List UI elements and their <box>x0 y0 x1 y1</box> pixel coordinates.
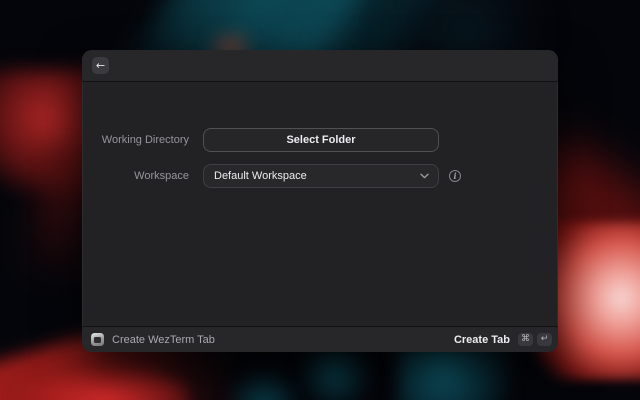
workspace-row: Workspace Default Workspace i <box>82 164 558 188</box>
wallpaper-red-core <box>20 368 190 400</box>
form-body: Working Directory Select Folder Workspac… <box>82 82 558 326</box>
wallpaper-teal-blob <box>222 368 306 400</box>
info-icon-glyph: i <box>453 171 456 181</box>
working-directory-row: Working Directory Select Folder <box>82 128 558 152</box>
select-folder-button[interactable]: Select Folder <box>203 128 439 152</box>
workspace-selected-value: Default Workspace <box>214 170 307 182</box>
command-key-icon: ⌘ <box>518 333 533 346</box>
arrow-left-icon: ← <box>96 60 105 71</box>
wezterm-app-icon-screen <box>94 337 101 343</box>
workspace-dropdown[interactable]: Default Workspace <box>203 164 439 188</box>
action-bar: Create WezTerm Tab Create Tab ⌘ ↵ <box>82 326 558 352</box>
command-name: Create WezTerm Tab <box>112 334 215 346</box>
workspace-label: Workspace <box>82 170 189 182</box>
desktop: ← Working Directory Select Folder Worksp… <box>0 0 640 400</box>
info-icon[interactable]: i <box>449 170 461 182</box>
chevron-down-icon <box>420 173 429 179</box>
back-button[interactable]: ← <box>92 57 109 74</box>
window-header: ← <box>82 50 558 82</box>
working-directory-label: Working Directory <box>82 134 189 146</box>
raycast-command-window: ← Working Directory Select Folder Worksp… <box>82 50 558 352</box>
wezterm-app-icon <box>91 333 104 346</box>
create-tab-label: Create Tab <box>454 334 510 346</box>
return-key-icon: ↵ <box>537 333 552 346</box>
create-tab-action[interactable]: Create Tab ⌘ ↵ <box>454 333 552 346</box>
